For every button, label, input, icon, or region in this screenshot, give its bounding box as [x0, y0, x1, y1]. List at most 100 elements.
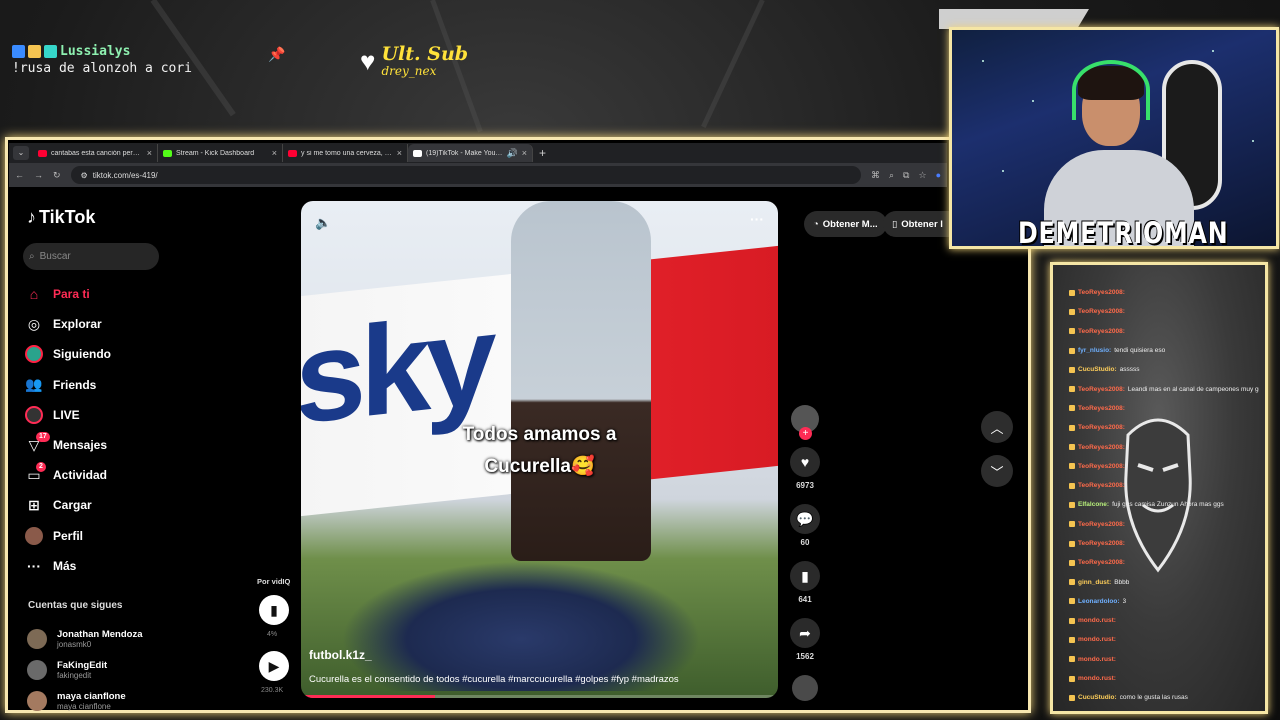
chat-text: asssss: [1119, 366, 1140, 374]
comment-action[interactable]: 💬 60: [788, 504, 822, 547]
video-player-figure: [511, 201, 651, 561]
chat-badge-icon: [1069, 424, 1075, 431]
chat-username[interactable]: ginn_dust:: [1078, 579, 1111, 586]
chat-line: mondo.rust:: [1069, 630, 1259, 649]
streamer-name: DEMETRIOMAN: [1018, 216, 1229, 250]
get-app-pill[interactable]: ◔ Obtener M...: [804, 211, 887, 237]
sidebar-item-live[interactable]: LIVE: [25, 400, 111, 430]
like-action[interactable]: ♥ 6973: [788, 447, 822, 490]
chat-username[interactable]: TeoReyes2008:: [1078, 386, 1125, 393]
sidebar-item-para-ti[interactable]: ⌂ Para ti: [25, 279, 111, 309]
more-options-icon[interactable]: ···: [750, 211, 764, 227]
chat-badge-icon: [1069, 328, 1075, 335]
chat-username[interactable]: CucuStudio:: [1078, 366, 1117, 373]
sidebar-item-actividad[interactable]: ▭ 2 Actividad: [25, 460, 111, 490]
sidebar-item-perfil[interactable]: Perfil: [25, 521, 111, 551]
chat-username[interactable]: mondo.rust:: [1078, 617, 1116, 624]
bar-chart-icon: ▮: [270, 601, 278, 618]
heart-icon: ♥: [790, 447, 820, 477]
chat-username[interactable]: TeoReyes2008:: [1078, 521, 1125, 528]
video-progress-fill: [301, 695, 435, 698]
live-icon: [25, 405, 43, 424]
chat-username[interactable]: TeoReyes2008:: [1078, 308, 1125, 315]
film-strip-decoration: [939, 9, 1089, 29]
headset-icon: [1072, 60, 1150, 120]
creator-avatar[interactable]: +: [791, 405, 819, 440]
account-handle: fakingedit: [57, 670, 92, 680]
video-description: Cucurella es el consentido de todos #cuc…: [309, 674, 679, 685]
chat-username[interactable]: TeoReyes2008:: [1078, 289, 1125, 296]
sidebar-item-cargar[interactable]: ⊞ Cargar: [25, 490, 111, 520]
pill-label: Obtener M...: [822, 218, 878, 230]
chat-username[interactable]: TeoReyes2008:: [1078, 463, 1125, 470]
play-button[interactable]: ▶: [259, 651, 289, 681]
bookmark-icon: ▮: [790, 561, 820, 591]
follow-plus-icon[interactable]: +: [799, 427, 812, 440]
like-count: 6973: [796, 481, 814, 490]
chat-username[interactable]: TeoReyes2008:: [1078, 328, 1125, 335]
video-progress-bar[interactable]: [301, 695, 778, 698]
chat-badge-icon: [1069, 463, 1075, 470]
following-list: Jonathan Mendoza jonasmk0 FaKingEdit fak…: [27, 623, 143, 716]
sidebar-item-mensajes[interactable]: ▽ 17 Mensajes: [25, 430, 111, 460]
share-count: 1562: [796, 652, 814, 661]
video-player[interactable]: sky Todos amamos a Cucurella🥰 🔈 ··· futb…: [301, 201, 778, 698]
next-video-button[interactable]: ﹀: [981, 455, 1013, 487]
chat-line: TeoReyes2008:: [1069, 283, 1259, 302]
share-action[interactable]: ➦ 1562: [788, 618, 822, 661]
chat-message-text: !rusa de alonzoh a cori: [12, 61, 193, 76]
chat-username[interactable]: TeoReyes2008:: [1078, 405, 1125, 412]
chat-text: como le gusta las rusas: [1119, 694, 1188, 702]
tiktok-logo-text: TikTok: [39, 207, 96, 227]
crown-badge-icon: [28, 45, 41, 58]
sidebar-item-mas[interactable]: ··· Más: [25, 551, 111, 581]
chat-username: Lussialys: [60, 44, 131, 59]
video-caption-line2: Cucurella🥰: [484, 456, 595, 477]
chat-username[interactable]: mondo.rust:: [1078, 636, 1116, 643]
chat-username[interactable]: TeoReyes2008:: [1078, 444, 1125, 451]
chat-line: TeoReyes2008:: [1069, 534, 1259, 553]
sidebar-item-friends[interactable]: 👥 Friends: [25, 370, 111, 400]
tiktok-logo[interactable]: ♪ TikTok: [27, 207, 95, 228]
list-item[interactable]: FaKingEdit fakingedit: [27, 654, 143, 685]
chat-username[interactable]: TeoReyes2008:: [1078, 559, 1125, 566]
chat-username[interactable]: mondo.rust:: [1078, 675, 1116, 682]
sidebar-item-label: Friends: [53, 377, 97, 392]
chat-username[interactable]: mondo.rust:: [1078, 656, 1116, 663]
chat-line: TeoReyes2008:: [1069, 437, 1259, 456]
music-disc-icon[interactable]: [792, 675, 818, 701]
pinned-chat-message: Lussialys !rusa de alonzoh a cori: [12, 44, 192, 76]
more-icon: ···: [27, 557, 41, 574]
search-input[interactable]: ⌕ Buscar: [23, 243, 159, 270]
list-item[interactable]: maya cianflone maya cianflone: [27, 685, 143, 716]
chat-text: 3: [1122, 597, 1127, 605]
share-icon: ➦: [790, 618, 820, 648]
chat-username[interactable]: Leonardoloo:: [1078, 598, 1120, 605]
chat-username[interactable]: Elfalcone:: [1078, 501, 1109, 508]
video-author[interactable]: futbol.k1z_: [309, 648, 372, 662]
save-action[interactable]: ▮ 641: [788, 561, 822, 604]
account-name: FaKingEdit: [57, 659, 108, 671]
sidebar-item-label: Explorar: [53, 317, 102, 332]
vidiq-views: 230.3K: [261, 687, 284, 694]
vidiq-stats-button[interactable]: ▮: [259, 595, 289, 625]
chat-username[interactable]: fyr_nlusio:: [1078, 347, 1111, 354]
webcam-frame: [939, 9, 1280, 249]
chat-username[interactable]: TeoReyes2008:: [1078, 540, 1125, 547]
volume-icon[interactable]: 🔈: [315, 215, 331, 231]
account-handle: jonasmk0: [57, 639, 92, 649]
previous-video-button[interactable]: ︿: [981, 411, 1013, 443]
chat-badge-icon: [1069, 308, 1075, 315]
sidebar-item-siguiendo[interactable]: Siguiendo: [25, 339, 111, 369]
last-sub-title: Ult. Sub: [381, 43, 469, 65]
list-item[interactable]: Jonathan Mendoza jonasmk0: [27, 623, 143, 654]
chat-line: TeoReyes2008:: [1069, 399, 1259, 418]
following-avatar-icon: [25, 345, 43, 364]
chat-username[interactable]: TeoReyes2008:: [1078, 482, 1125, 489]
chat-text: fuji ggs camisa Zunzun Ahora mas ggs: [1112, 501, 1224, 509]
chat-username[interactable]: TeoReyes2008:: [1078, 424, 1125, 431]
chat-user-row: Lussialys: [12, 44, 192, 59]
chat-username[interactable]: CucuStudio:: [1078, 694, 1117, 701]
sidebar-item-explorar[interactable]: ◎ Explorar: [25, 309, 111, 339]
following-section-title: Cuentas que sigues: [28, 600, 123, 611]
